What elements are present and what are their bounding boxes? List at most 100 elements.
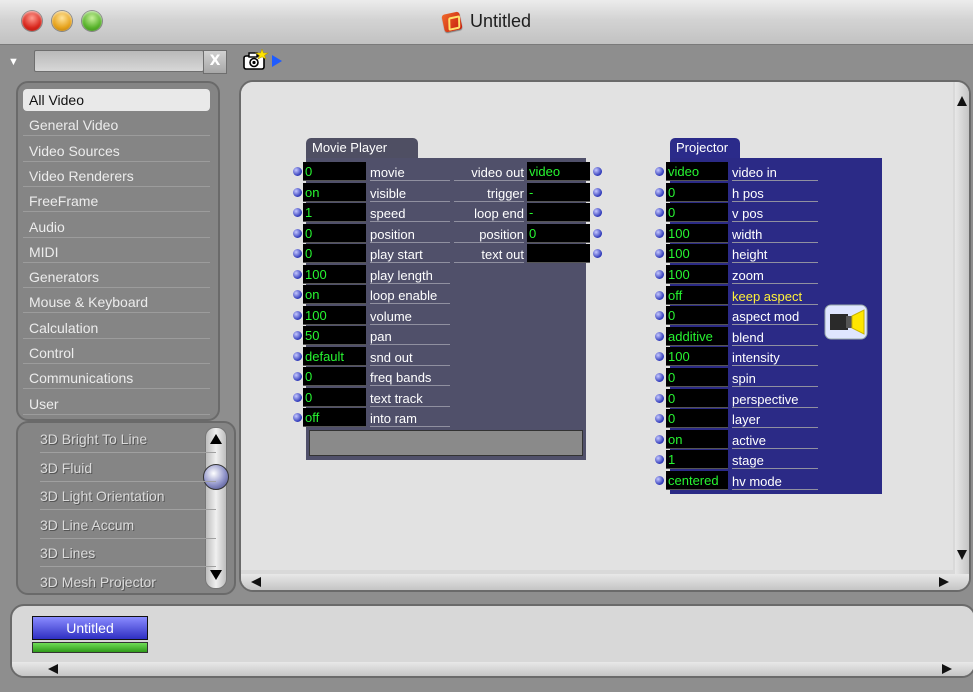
- category-item[interactable]: General Video: [23, 114, 210, 137]
- input-value-field[interactable]: 0: [303, 367, 366, 386]
- module-item[interactable]: 3D Line Accum: [40, 513, 216, 539]
- input-value-field[interactable]: video: [666, 162, 728, 181]
- output-port-icon[interactable]: [593, 208, 602, 217]
- module-item[interactable]: 3D Lines: [40, 541, 216, 567]
- module-item[interactable]: 3D Light Orientation: [40, 484, 216, 510]
- input-port-icon[interactable]: [655, 270, 664, 279]
- category-item[interactable]: Communications: [23, 367, 210, 390]
- input-port-icon[interactable]: [655, 373, 664, 382]
- scroll-right-icon[interactable]: [939, 577, 949, 587]
- module-item[interactable]: 3D Bright To Line: [40, 427, 216, 453]
- input-value-field[interactable]: on: [303, 182, 366, 202]
- canvas-vertical-scrollbar[interactable]: [955, 82, 969, 574]
- input-value-field[interactable]: 100: [666, 223, 728, 243]
- input-port-icon[interactable]: [293, 392, 302, 402]
- zoom-window-button[interactable]: [82, 11, 102, 31]
- output-port-icon[interactable]: [593, 187, 602, 197]
- module-item[interactable]: 3D Fluid: [40, 456, 216, 482]
- output-value-field[interactable]: video: [527, 162, 590, 181]
- input-port-icon[interactable]: [293, 351, 302, 361]
- minimize-window-button[interactable]: [52, 11, 72, 31]
- input-value-field[interactable]: 100: [303, 305, 366, 325]
- module-item[interactable]: 3D Mesh Projector: [40, 570, 216, 594]
- input-port-icon[interactable]: [655, 393, 664, 403]
- input-port-icon[interactable]: [293, 228, 302, 238]
- input-value-field[interactable]: on: [666, 429, 728, 449]
- input-value-field[interactable]: 0: [666, 388, 728, 408]
- category-item[interactable]: MIDI: [23, 241, 210, 263]
- input-value-field[interactable]: 1: [303, 203, 366, 222]
- canvas-horizontal-scrollbar[interactable]: [241, 574, 969, 590]
- category-item[interactable]: All Video: [23, 89, 210, 111]
- input-port-icon[interactable]: [293, 372, 302, 381]
- clear-search-button[interactable]: X: [203, 50, 227, 74]
- input-port-icon[interactable]: [293, 167, 302, 176]
- input-value-field[interactable]: 100: [666, 347, 728, 367]
- input-port-icon[interactable]: [655, 331, 664, 341]
- category-item[interactable]: Calculation: [23, 317, 210, 339]
- input-port-icon[interactable]: [293, 331, 302, 340]
- input-value-field[interactable]: centered: [666, 471, 728, 490]
- input-value-field[interactable]: 0: [666, 306, 728, 326]
- output-value-field[interactable]: -: [527, 203, 590, 222]
- output-value-field[interactable]: -: [527, 182, 590, 202]
- input-value-field[interactable]: 100: [666, 244, 728, 264]
- input-value-field[interactable]: 0: [666, 182, 728, 202]
- input-value-field[interactable]: 100: [303, 264, 366, 284]
- scroll-down-icon[interactable]: [957, 550, 967, 560]
- input-port-icon[interactable]: [293, 249, 302, 258]
- scroll-up-icon[interactable]: [957, 96, 967, 106]
- input-value-field[interactable]: 0: [303, 244, 366, 263]
- play-triangle-icon[interactable]: [272, 55, 282, 67]
- input-value-field[interactable]: 0: [666, 368, 728, 387]
- input-value-field[interactable]: 100: [666, 265, 728, 284]
- category-item[interactable]: Video Renderers: [23, 165, 210, 187]
- output-port-icon[interactable]: [593, 249, 602, 258]
- category-item[interactable]: Audio: [23, 216, 210, 238]
- input-value-field[interactable]: additive: [666, 326, 728, 346]
- scroll-left-icon[interactable]: [48, 664, 58, 674]
- input-value-field[interactable]: 0: [666, 409, 728, 429]
- input-port-icon[interactable]: [293, 208, 302, 217]
- input-value-field[interactable]: off: [666, 285, 728, 305]
- camera-icon[interactable]: [243, 49, 269, 71]
- input-value-field[interactable]: 0: [303, 387, 366, 407]
- category-item[interactable]: FreeFrame: [23, 190, 210, 213]
- search-input[interactable]: [34, 50, 204, 72]
- output-port-icon[interactable]: [593, 228, 602, 238]
- input-port-icon[interactable]: [293, 310, 302, 320]
- movie-player-title[interactable]: Movie Player: [306, 138, 418, 160]
- input-value-field[interactable]: 50: [303, 326, 366, 345]
- input-value-field[interactable]: off: [303, 408, 366, 427]
- filter-disclosure-icon[interactable]: ▼: [8, 56, 19, 68]
- input-value-field[interactable]: 0: [303, 162, 366, 181]
- output-value-field[interactable]: [527, 244, 590, 263]
- input-port-icon[interactable]: [293, 187, 302, 197]
- category-item[interactable]: Generators: [23, 266, 210, 289]
- category-item[interactable]: Mouse & Keyboard: [23, 291, 210, 314]
- input-port-icon[interactable]: [293, 413, 302, 422]
- category-item[interactable]: User: [23, 393, 210, 415]
- scroll-right-icon[interactable]: [942, 664, 952, 674]
- scene-horizontal-scrollbar[interactable]: [12, 662, 973, 676]
- input-port-icon[interactable]: [655, 167, 664, 176]
- input-value-field[interactable]: default: [303, 346, 366, 366]
- input-value-field[interactable]: 0: [666, 203, 728, 223]
- scroll-left-icon[interactable]: [251, 577, 261, 587]
- close-window-button[interactable]: [22, 11, 42, 31]
- category-item[interactable]: Video Sources: [23, 140, 210, 162]
- input-port-icon[interactable]: [655, 290, 664, 300]
- scene-tab-untitled[interactable]: Untitled: [32, 616, 148, 640]
- input-port-icon[interactable]: [655, 228, 664, 238]
- input-port-icon[interactable]: [655, 434, 664, 444]
- projector-title[interactable]: Projector: [670, 138, 740, 160]
- output-value-field[interactable]: 0: [527, 223, 590, 243]
- input-port-icon[interactable]: [655, 476, 664, 485]
- output-port-icon[interactable]: [593, 167, 602, 176]
- input-port-icon[interactable]: [655, 187, 664, 197]
- input-value-field[interactable]: on: [303, 285, 366, 304]
- input-value-field[interactable]: 1: [666, 450, 728, 470]
- category-item[interactable]: Control: [23, 342, 210, 364]
- input-port-icon[interactable]: [293, 290, 302, 299]
- input-value-field[interactable]: 0: [303, 223, 366, 243]
